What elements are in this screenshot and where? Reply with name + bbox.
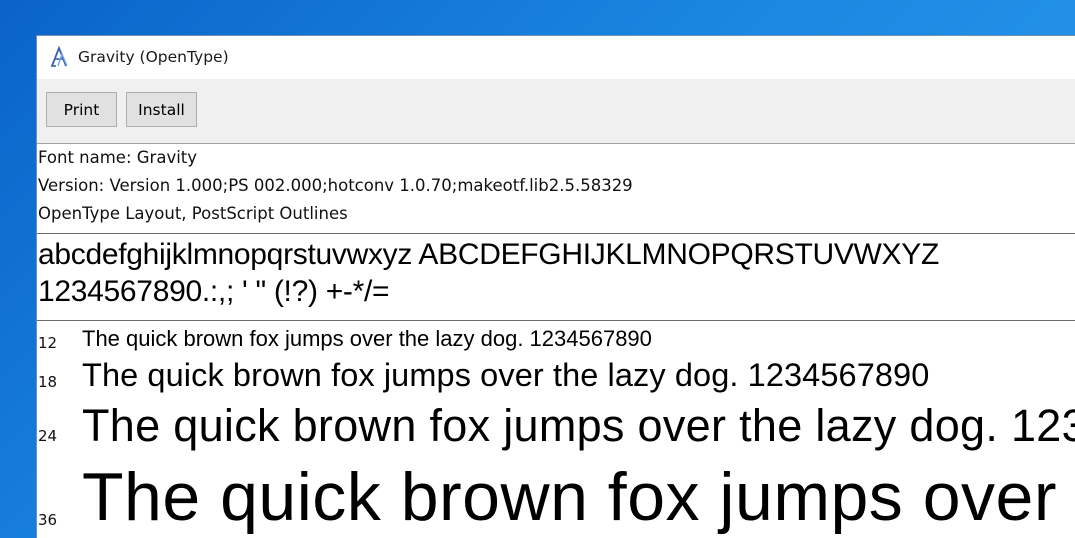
- divider: [37, 320, 1075, 321]
- charset-symbols: 1234567890.:,; ' " (!?) +-*/=: [38, 275, 390, 308]
- sample-row-12: 12 The quick brown fox jumps over the la…: [37, 324, 1075, 354]
- font-outline-text: OpenType Layout, PostScript Outlines: [38, 204, 348, 223]
- font-viewer-window: Gravity (OpenType) Print Install Font na…: [36, 35, 1075, 538]
- print-button[interactable]: Print: [46, 92, 117, 127]
- install-button[interactable]: Install: [126, 92, 197, 127]
- sample-size-label: 18: [38, 373, 58, 391]
- charset-letters: abcdefghijklmnopqrstuvwxyz ABCDEFGHIJKLM…: [38, 238, 940, 271]
- sample-size-label: 24: [38, 427, 58, 445]
- sample-size-label: 36: [38, 511, 58, 529]
- character-set-preview: abcdefghijklmnopqrstuvwxyz ABCDEFGHIJKLM…: [38, 236, 1075, 310]
- sample-text: The quick brown fox jumps over the lazy …: [82, 460, 1075, 535]
- divider: [37, 233, 1075, 234]
- sample-text: The quick brown fox jumps over the lazy …: [82, 326, 652, 351]
- sample-row-18: 18 The quick brown fox jumps over the la…: [37, 354, 1075, 400]
- font-version-text: Version: Version 1.000;PS 002.000;hotcon…: [38, 176, 633, 195]
- window-title: Gravity (OpenType): [78, 48, 229, 66]
- toolbar: Print Install: [37, 79, 1075, 144]
- title-bar[interactable]: Gravity (OpenType): [37, 36, 1075, 79]
- sample-row-24: 24 The quick brown fox jumps over the la…: [37, 400, 1075, 460]
- sample-text: The quick brown fox jumps over the lazy …: [82, 357, 930, 393]
- font-name-text: Font name: Gravity: [38, 148, 198, 167]
- sample-text: The quick brown fox jumps over the lazy …: [82, 400, 1075, 451]
- sample-row-36: 36 The quick brown fox jumps over the la…: [37, 460, 1075, 538]
- font-file-icon: [49, 45, 69, 68]
- sample-size-label: 12: [38, 334, 58, 352]
- font-info: Font name: Gravity Version: Version 1.00…: [38, 144, 1075, 228]
